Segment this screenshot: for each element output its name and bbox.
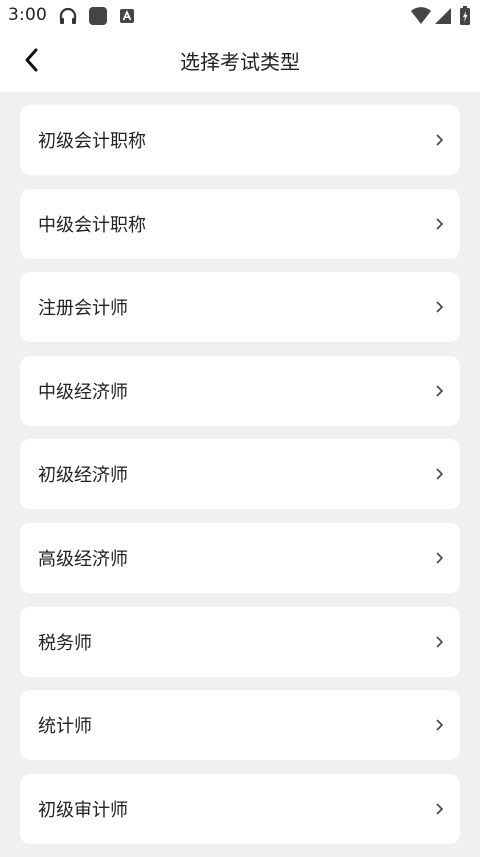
exam-type-item[interactable]: 高级经济师 [20, 522, 460, 593]
headphones-icon [58, 6, 78, 30]
chevron-right-icon [434, 217, 444, 231]
app-square-icon [88, 6, 108, 30]
chevron-right-icon [434, 300, 444, 314]
exam-type-label: 高级经济师 [38, 548, 128, 570]
page-title: 选择考试类型 [180, 50, 300, 74]
exam-type-item[interactable]: 中级经济师 [20, 355, 460, 426]
chevron-right-icon [434, 802, 444, 816]
chevron-right-icon [434, 718, 444, 732]
exam-type-label: 初级经济师 [38, 465, 128, 487]
header: 选择考试类型 [0, 32, 480, 92]
exam-type-label: 中级经济师 [38, 381, 128, 403]
exam-type-label: 税务师 [38, 632, 92, 654]
wifi-icon [410, 6, 432, 30]
exam-type-list: 初级会计职称 中级会计职称 注册会计师 中级经济师 初级经济师 高级经济师 税务… [20, 105, 460, 857]
exam-type-item[interactable]: 税务师 [20, 606, 460, 677]
status-time: 3:00 [8, 5, 47, 25]
chevron-right-icon [434, 133, 444, 147]
back-button[interactable] [14, 44, 50, 80]
chevron-right-icon [434, 384, 444, 398]
exam-type-label: 初级审计师 [38, 799, 128, 821]
exam-type-item[interactable]: 初级经济师 [20, 439, 460, 510]
exam-type-label: 统计师 [38, 716, 92, 738]
exam-type-item[interactable]: 初级会计职称 [20, 105, 460, 175]
font-a-icon [119, 6, 135, 30]
exam-type-item[interactable]: 注册会计师 [20, 272, 460, 343]
chevron-right-icon [434, 467, 444, 481]
back-arrow-icon [24, 48, 40, 76]
exam-type-item[interactable]: 统计师 [20, 690, 460, 761]
exam-type-label: 注册会计师 [38, 298, 128, 320]
exam-type-item[interactable]: 初级审计师 [20, 773, 460, 844]
battery-icon [459, 6, 471, 30]
status-bar: 3:00 [0, 0, 480, 32]
exam-type-label: 初级会计职称 [38, 131, 146, 152]
signal-icon [434, 6, 452, 30]
exam-type-item[interactable]: 中级会计职称 [20, 188, 460, 259]
chevron-right-icon [434, 635, 444, 649]
chevron-right-icon [434, 551, 444, 565]
exam-type-label: 中级会计职称 [38, 214, 146, 236]
